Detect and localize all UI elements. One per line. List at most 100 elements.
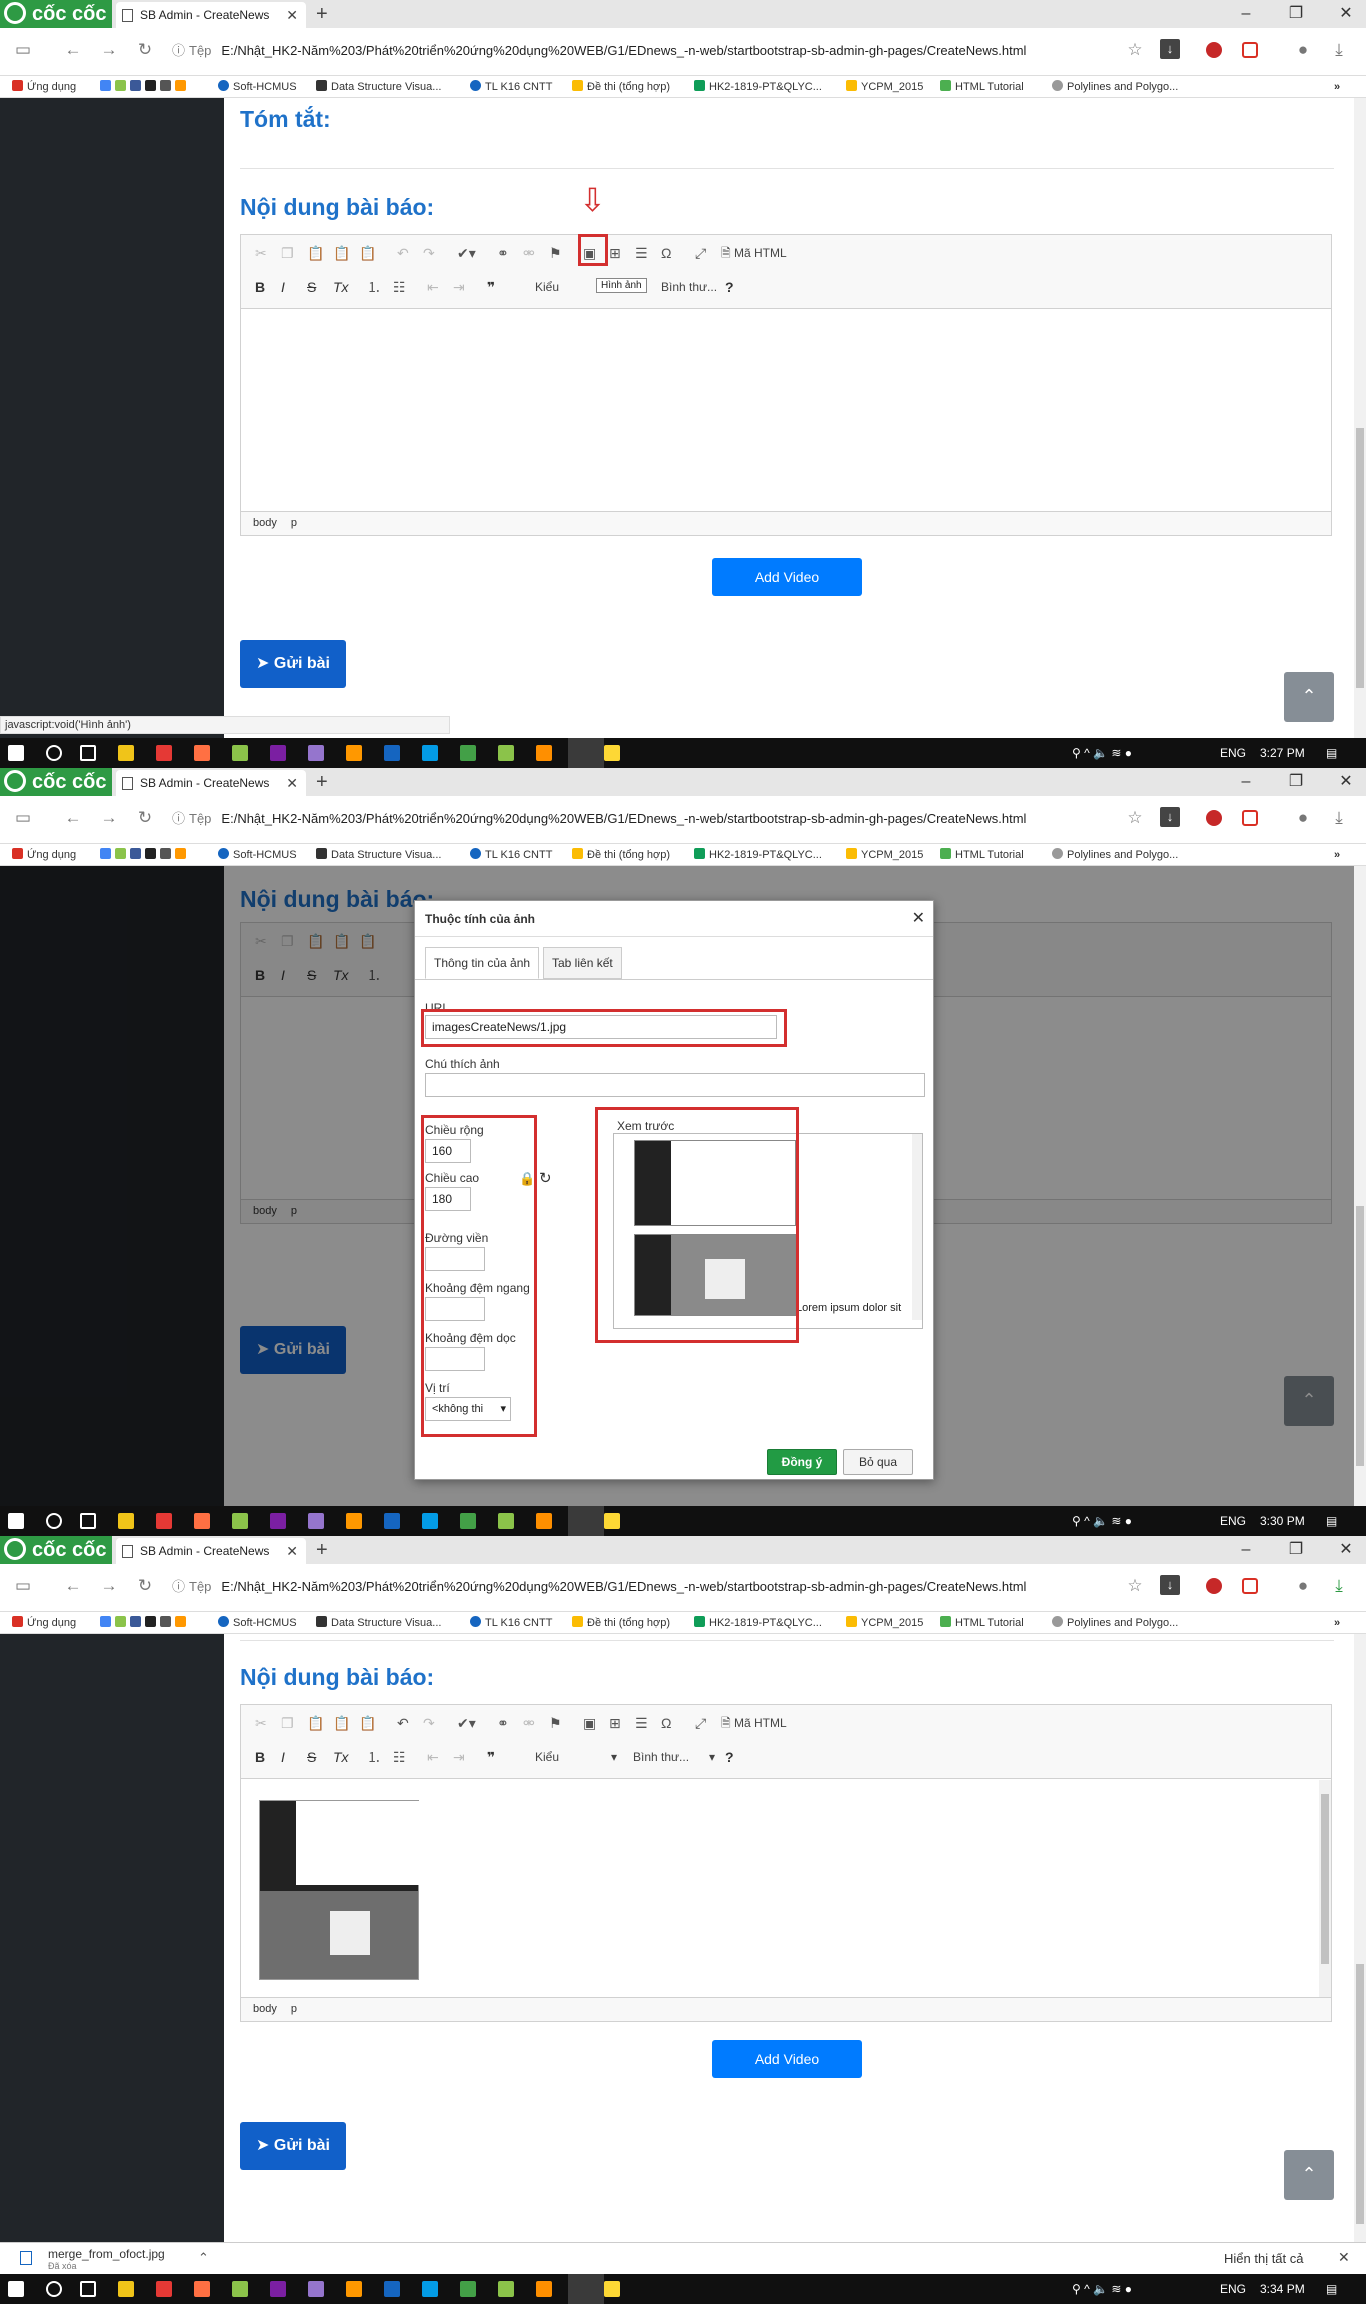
bookmark-star-icon[interactable]: ☆	[1124, 807, 1146, 829]
app-icon[interactable]	[422, 2281, 438, 2297]
task-view-icon[interactable]	[80, 1513, 96, 1529]
windows-start-icon[interactable]	[8, 2281, 24, 2297]
bookmark-data-structure[interactable]: Data Structure Visua...	[316, 844, 441, 866]
reload-icon[interactable]: ↻	[134, 1575, 156, 1597]
restore-button[interactable]: ❐	[1276, 1536, 1316, 1564]
tab-close-icon[interactable]: ✕	[286, 1538, 298, 1564]
horizontal-line-icon[interactable]: ☰	[635, 1713, 648, 1733]
back-icon[interactable]: ←	[62, 807, 84, 829]
undo-icon[interactable]: ↶	[397, 243, 409, 263]
help-button[interactable]: ?	[725, 1747, 734, 1767]
matlab-icon[interactable]	[346, 1513, 362, 1529]
preview-scrollbar[interactable]	[912, 1134, 922, 1320]
blockquote-icon[interactable]: ❞	[487, 277, 495, 297]
bookmarks-overflow[interactable]: »	[1334, 1612, 1340, 1634]
unlink-icon[interactable]: ⚮	[523, 1713, 535, 1733]
coccoc-taskbar-icon[interactable]	[568, 1506, 604, 1536]
scroll-thumb[interactable]	[1356, 428, 1364, 688]
restore-button[interactable]: ❐	[1276, 0, 1316, 28]
browser-tab[interactable]: SB Admin - CreateNews ✕	[116, 1538, 306, 1564]
maximize-icon[interactable]: ⤢	[695, 243, 706, 263]
notifications-icon[interactable]: ▤	[1326, 1506, 1337, 1536]
spellcheck-icon[interactable]: ✔▾	[457, 243, 476, 263]
forward-icon[interactable]: →	[98, 1575, 120, 1597]
app-icon[interactable]	[498, 745, 514, 761]
bookmark-html-tutorial[interactable]: HTML Tutorial	[940, 1612, 1024, 1634]
download-icon[interactable]: ↓	[1160, 39, 1180, 59]
app-icon[interactable]	[460, 1513, 476, 1529]
styles-combo[interactable]: Kiểu ▾	[535, 1747, 617, 1767]
bookmark-ycpm[interactable]: YCPM_2015	[846, 76, 923, 98]
sublime-icon[interactable]	[536, 2281, 552, 2297]
forward-icon[interactable]: →	[98, 39, 120, 61]
editor-body[interactable]	[241, 1780, 1331, 1997]
address-bar[interactable]: ⓘ Tệp E:/Nhật_HK2-Năm%203/Phát%20triển%20ứ…	[172, 36, 1120, 66]
format-combo[interactable]: Bình thư...	[661, 277, 733, 297]
paste-word-icon[interactable]: 📋	[359, 243, 376, 263]
restore-button[interactable]: ❐	[1276, 768, 1316, 796]
tab-link[interactable]: Tab liên kết	[543, 947, 622, 979]
format-combo[interactable]: Bình thư... ▾	[633, 1747, 715, 1767]
downloads-menu-icon[interactable]: ⤓	[1328, 807, 1350, 829]
back-icon[interactable]: ←	[62, 39, 84, 61]
window-close-button[interactable]: ✕	[1326, 1536, 1366, 1564]
app-icon[interactable]	[194, 745, 210, 761]
bookmark-icons-group[interactable]	[100, 1612, 218, 1634]
path-p[interactable]: p	[291, 517, 297, 529]
special-char-icon[interactable]: Ω	[661, 1713, 671, 1733]
source-button[interactable]: 🗎 Mã HTML	[721, 1713, 787, 1733]
bookmark-tl-k16[interactable]: TL K16 CNTT	[470, 844, 552, 866]
downloads-menu-icon[interactable]: ⤓	[1328, 39, 1350, 61]
sublime-icon[interactable]	[536, 1513, 552, 1529]
app-icon[interactable]	[308, 745, 324, 761]
app-icon[interactable]	[194, 1513, 210, 1529]
sticky-notes-icon[interactable]	[604, 2281, 620, 2297]
adblock-icon[interactable]	[1206, 1578, 1222, 1594]
new-tab-button[interactable]: +	[316, 768, 328, 796]
outdent-icon[interactable]: ⇤	[427, 1747, 439, 1767]
profile-icon[interactable]: ●	[1292, 807, 1314, 829]
adblock-icon[interactable]	[1206, 42, 1222, 58]
scroll-thumb[interactable]	[1356, 1206, 1364, 1466]
bulleted-list-icon[interactable]: ☷	[393, 277, 406, 297]
cancel-button[interactable]: Bỏ qua	[843, 1449, 913, 1475]
download-icon[interactable]: ↓	[1160, 807, 1180, 827]
sidebar-toggle-icon[interactable]: ▭	[12, 39, 34, 61]
copy-icon[interactable]: ❐	[281, 1713, 294, 1733]
bookmark-de-thi[interactable]: Đề thi (tổng hợp)	[572, 76, 670, 98]
gmail-icon[interactable]	[1242, 810, 1258, 826]
image-icon[interactable]: ▣	[583, 1713, 596, 1733]
search-icon[interactable]	[46, 745, 62, 761]
page-scrollbar[interactable]	[1354, 866, 1366, 1506]
bookmark-apps[interactable]: Ứng dụng	[12, 76, 76, 98]
app-icon[interactable]	[422, 1513, 438, 1529]
app-icon[interactable]	[308, 1513, 324, 1529]
file-explorer-icon[interactable]	[118, 1513, 134, 1529]
window-close-button[interactable]: ✕	[1326, 0, 1366, 28]
bookmark-de-thi[interactable]: Đề thi (tổng hợp)	[572, 844, 670, 866]
file-explorer-icon[interactable]	[118, 2281, 134, 2297]
link-icon[interactable]: ⚭	[497, 243, 509, 263]
bookmark-polylines[interactable]: Polylines and Polygo...	[1052, 844, 1178, 866]
sidebar-toggle-icon[interactable]: ▭	[12, 1575, 34, 1597]
download-file-name[interactable]: merge_from_ofoct.jpg	[48, 2247, 165, 2261]
numbered-list-icon[interactable]: ⒈	[367, 277, 381, 297]
unlink-icon[interactable]: ⚮	[523, 243, 535, 263]
path-body[interactable]: body	[253, 2003, 277, 2015]
sticky-notes-icon[interactable]	[604, 1513, 620, 1529]
matlab-icon[interactable]	[346, 2281, 362, 2297]
cut-icon[interactable]: ✂	[255, 243, 267, 263]
reload-icon[interactable]: ↻	[134, 807, 156, 829]
send-button[interactable]: ➤ Gửi bài	[240, 640, 346, 688]
app-icon[interactable]	[498, 1513, 514, 1529]
bookmark-soft-hcmus[interactable]: Soft-HCMUS	[218, 76, 297, 98]
paste-icon[interactable]: 📋	[307, 243, 324, 263]
table-icon[interactable]: ⊞	[609, 1713, 621, 1733]
sidebar-toggle-icon[interactable]: ▭	[12, 807, 34, 829]
paste-icon[interactable]: 📋	[307, 1713, 324, 1733]
gmail-icon[interactable]	[1242, 1578, 1258, 1594]
windows-start-icon[interactable]	[8, 745, 24, 761]
editor-scrollbar[interactable]	[1319, 1780, 1331, 1997]
bookmarks-overflow[interactable]: »	[1334, 844, 1340, 866]
bookmark-hk2[interactable]: HK2-1819-PT&QLYC...	[694, 1612, 822, 1634]
